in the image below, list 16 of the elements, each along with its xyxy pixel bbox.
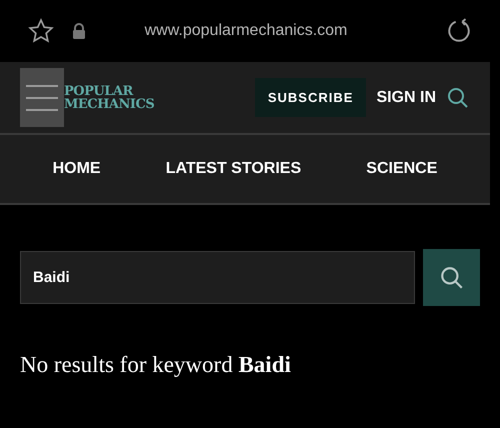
search-icon: [438, 264, 464, 290]
nav-link[interactable]: SCIENCE: [366, 160, 438, 178]
search-icon: [446, 86, 470, 110]
bookmark-star-icon[interactable]: [28, 18, 54, 44]
nav-link[interactable]: LATEST STORIES: [166, 160, 302, 178]
search-button[interactable]: [423, 249, 480, 306]
search-field[interactable]: Baidi: [20, 251, 415, 304]
url-text[interactable]: www.popularmechanics.com: [104, 22, 428, 40]
reload-icon[interactable]: [446, 18, 472, 44]
subscribe-button[interactable]: SUBSCRIBE: [254, 78, 366, 117]
lock-icon: [72, 23, 86, 39]
logo[interactable]: POPULAR MECHANICS: [64, 84, 154, 110]
no-results-message: No results for keyword Baidi: [20, 352, 292, 378]
sign-in-link[interactable]: SIGN IN: [376, 88, 436, 106]
nav-link[interactable]: HOME: [52, 160, 101, 178]
menu-button[interactable]: [20, 68, 64, 127]
